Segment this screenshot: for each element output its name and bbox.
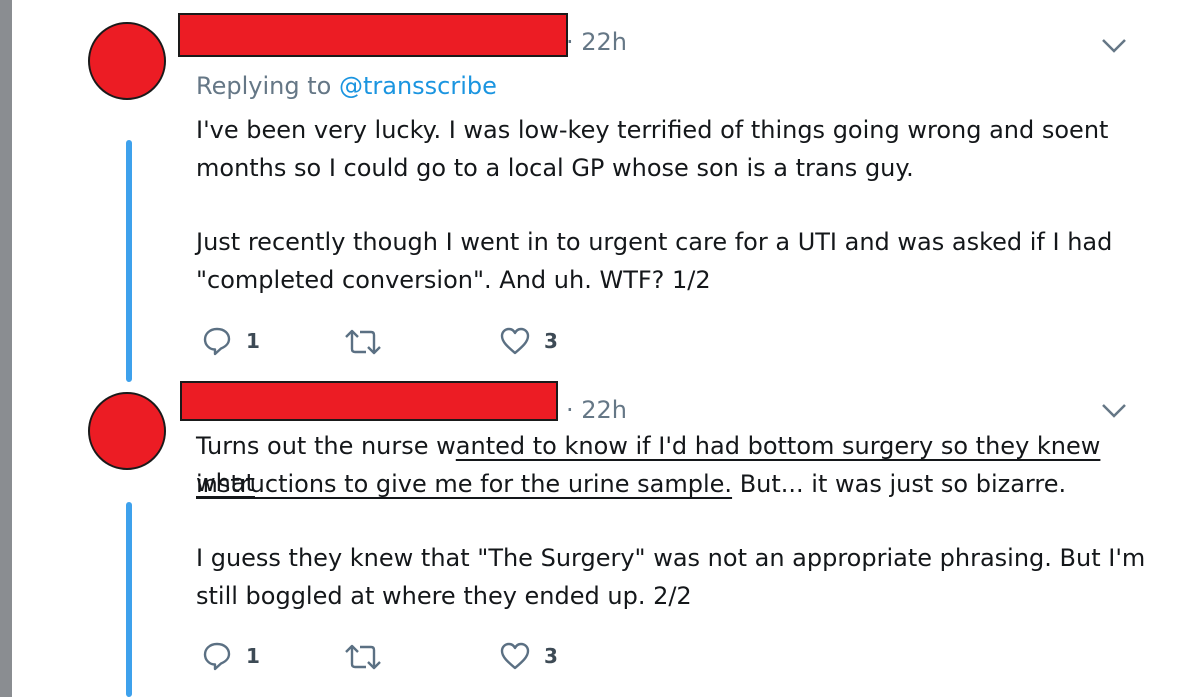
window-edge	[0, 0, 12, 697]
like-count: 3	[544, 644, 558, 668]
chevron-down-icon[interactable]	[1101, 38, 1127, 54]
reply-count: 1	[246, 644, 260, 668]
retweet-button[interactable]	[344, 643, 396, 671]
reply-icon	[203, 327, 231, 356]
replying-to: Replying to @transscribe	[196, 72, 497, 100]
replying-to-handle[interactable]: @transscribe	[339, 72, 497, 100]
like-button[interactable]: 3	[500, 327, 558, 355]
username-redacted[interactable]	[180, 381, 558, 421]
tweet-text-line: I guess they knew that "The Surgery" was…	[196, 544, 1146, 572]
thread-line	[126, 502, 132, 697]
tweet-text-segment: But... it was just so bizarre.	[732, 470, 1067, 498]
tweet-timestamp[interactable]: · 22h	[566, 28, 627, 56]
tweet-timestamp[interactable]: · 22h	[566, 396, 627, 424]
chevron-down-icon[interactable]	[1101, 403, 1127, 419]
avatar-redacted[interactable]	[88, 392, 166, 470]
heart-icon	[500, 327, 530, 355]
tweet-text-line: Just recently though I went in to urgent…	[196, 228, 1113, 256]
username-redacted[interactable]	[178, 13, 568, 57]
underlined-text: instructions to give me for the urine sa…	[196, 470, 733, 498]
reply-button[interactable]: 1	[202, 641, 260, 671]
tweet-text-line: months so I could go to a local GP whose…	[196, 154, 914, 182]
reply-icon	[203, 642, 231, 671]
reply-button[interactable]: 1	[202, 326, 260, 356]
retweet-button[interactable]	[344, 328, 396, 356]
like-count: 3	[544, 329, 558, 353]
tweet-text-line: still boggled at where they ended up. 2/…	[196, 582, 692, 610]
thread-line	[126, 140, 132, 382]
retweet-icon	[345, 644, 381, 670]
retweet-icon	[345, 329, 381, 355]
heart-icon	[500, 642, 530, 670]
avatar-redacted[interactable]	[88, 22, 166, 100]
reply-count: 1	[246, 329, 260, 353]
tweet-text-line: "completed conversion". And uh. WTF? 1/2	[196, 266, 711, 294]
replying-to-label: Replying to	[196, 72, 332, 100]
like-button[interactable]: 3	[500, 642, 558, 670]
tweet-text-segment: Turns out the nurse w	[196, 432, 456, 460]
tweet-text-line: instructions to give me for the urine sa…	[196, 466, 1156, 503]
tweet-text-line: I've been very lucky. I was low-key terr…	[196, 116, 1109, 144]
